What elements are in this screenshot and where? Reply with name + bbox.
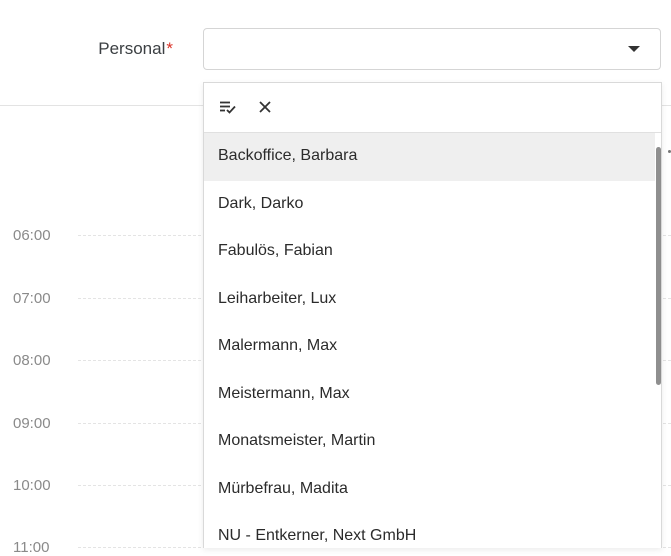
- personal-label-text: Personal: [98, 39, 166, 58]
- option-item[interactable]: NU - Entkerner, Next GmbH: [204, 513, 655, 548]
- option-item[interactable]: Meistermann, Max: [204, 371, 655, 419]
- option-item[interactable]: Mürbefrau, Madita: [204, 466, 655, 514]
- select-all-icon[interactable]: [218, 97, 238, 117]
- time-label-1000: 10:00: [13, 477, 51, 494]
- personal-select[interactable]: [203, 28, 661, 70]
- option-item[interactable]: Leiharbeiter, Lux: [204, 276, 655, 324]
- scrollbar-thumb[interactable]: [656, 147, 661, 385]
- time-label-0700: 07:00: [13, 290, 51, 307]
- option-item[interactable]: Fabulös, Fabian: [204, 228, 655, 276]
- option-item[interactable]: Backoffice, Barbara: [204, 133, 655, 181]
- dropdown-toolbar: [204, 83, 661, 133]
- required-mark: *: [166, 39, 173, 58]
- personal-dropdown-panel: Backoffice, Barbara Dark, Darko Fabulös,…: [203, 82, 662, 548]
- close-icon[interactable]: [255, 97, 275, 117]
- dropdown-options-list: Backoffice, Barbara Dark, Darko Fabulös,…: [204, 133, 655, 548]
- personal-field-label: Personal*: [98, 39, 173, 59]
- time-label-0800: 08:00: [13, 352, 51, 369]
- caret-down-icon[interactable]: [628, 46, 640, 52]
- dropdown-scrollbar[interactable]: [655, 133, 661, 548]
- time-label-0900: 09:00: [13, 415, 51, 432]
- option-item[interactable]: Malermann, Max: [204, 323, 655, 371]
- option-item[interactable]: Monatsmeister, Martin: [204, 418, 655, 466]
- option-item[interactable]: Dark, Darko: [204, 181, 655, 229]
- time-label-0600: 06:00: [13, 227, 51, 244]
